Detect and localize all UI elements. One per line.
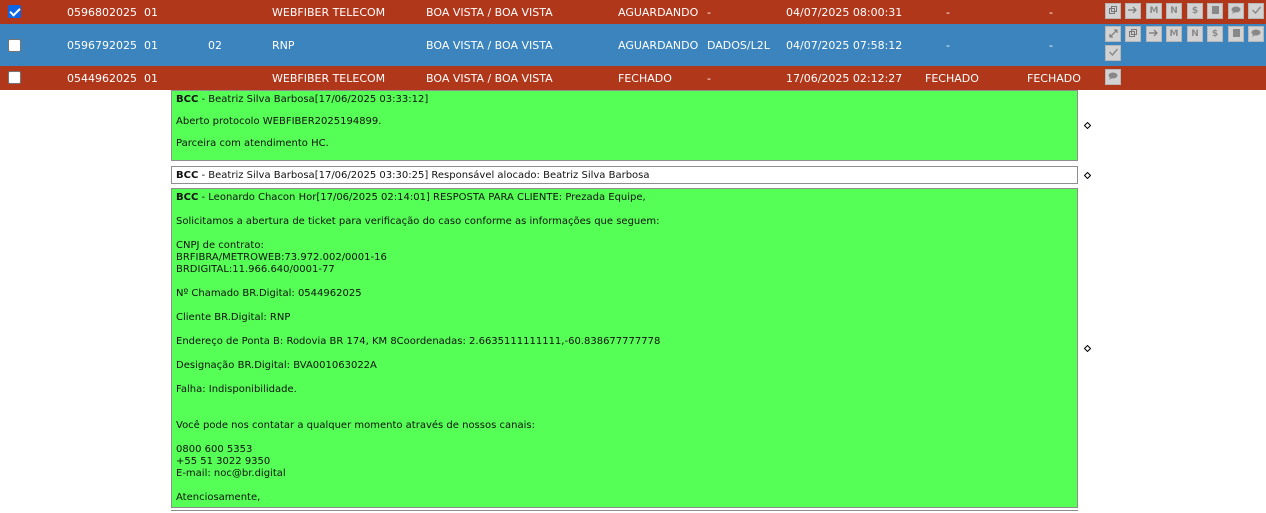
dollar-icon[interactable]: $ bbox=[1187, 3, 1203, 19]
ticket-number[interactable]: 0596802025 bbox=[67, 6, 137, 19]
comment-author-tag: BCC bbox=[176, 170, 199, 181]
ticket-col-a: - bbox=[946, 6, 950, 19]
diamond-icon[interactable] bbox=[1084, 172, 1091, 179]
comment-entry: BCC - Beatriz Silva Barbosa[17/06/2025 0… bbox=[171, 90, 1078, 161]
resize-icon[interactable] bbox=[1105, 26, 1121, 42]
ticket-number[interactable]: 0596792025 bbox=[67, 39, 137, 52]
comment-author-tag: BCC bbox=[176, 192, 199, 203]
comment-line: Solicitamos a abertura de ticket para ve… bbox=[176, 216, 660, 227]
ticket-city: BOA VISTA / BOA VISTA bbox=[426, 6, 553, 19]
ticket-datetime: 17/06/2025 02:12:27 bbox=[786, 72, 903, 85]
comment-line: Designação BR.Digital: BVA001063022A bbox=[176, 360, 377, 371]
ticket-number[interactable]: 0544962025 bbox=[67, 72, 137, 85]
ticket-seq: 01 bbox=[144, 39, 158, 52]
ticket-status: AGUARDANDO bbox=[618, 39, 699, 52]
stop-icon[interactable] bbox=[1228, 26, 1244, 42]
ticket-col-b: - bbox=[1049, 39, 1053, 52]
row-select-checkbox[interactable] bbox=[8, 5, 21, 18]
ticket-col-a: FECHADO bbox=[925, 72, 979, 85]
arrow-right-icon[interactable] bbox=[1125, 3, 1141, 19]
m-button[interactable]: M bbox=[1166, 26, 1182, 42]
comment-meta: - Beatriz Silva Barbosa[17/06/2025 03:33… bbox=[198, 94, 429, 105]
comment-line: +55 51 3022 9350 bbox=[176, 456, 271, 467]
m-button[interactable]: M bbox=[1146, 3, 1162, 19]
arrow-right-icon[interactable] bbox=[1146, 26, 1162, 42]
comment-line: 0800 600 5353 bbox=[176, 444, 253, 455]
ticket-seq: 01 bbox=[144, 72, 158, 85]
comment-line: BRDIGITAL:11.966.640/0001-77 bbox=[176, 264, 335, 275]
comment-icon[interactable] bbox=[1228, 3, 1244, 19]
ticket-service: - bbox=[707, 6, 711, 19]
comment-line: Nº Chamado BR.Digital: 0544962025 bbox=[176, 288, 362, 299]
n-button[interactable]: N bbox=[1187, 26, 1203, 42]
comment-entry: BCC - Leonardo Chacon Hor[17/06/2025 02:… bbox=[171, 188, 1078, 508]
ticket-service: - bbox=[707, 72, 711, 85]
comment-line: Você pode nos contatar a qualquer moment… bbox=[176, 420, 535, 431]
ticket-row-0596802025[interactable]: 0596802025 01 WEBFIBER TELECOM BOA VISTA… bbox=[0, 0, 1266, 24]
ticket-city: BOA VISTA / BOA VISTA bbox=[426, 72, 553, 85]
comment-line: Falha: Indisponibilidade. bbox=[176, 384, 297, 395]
ticket-company: WEBFIBER TELECOM bbox=[272, 6, 386, 19]
comment-line: E-mail: noc@br.digital bbox=[176, 468, 286, 479]
window-icon[interactable] bbox=[1105, 3, 1121, 19]
comment-meta: - Beatriz Silva Barbosa[17/06/2025 03:30… bbox=[198, 170, 650, 181]
ticket-extra: 02 bbox=[208, 39, 222, 52]
ticket-company: WEBFIBER TELECOM bbox=[272, 72, 386, 85]
comment-icon[interactable] bbox=[1248, 26, 1264, 42]
ticket-col-b: - bbox=[1049, 6, 1053, 19]
n-button[interactable]: N bbox=[1166, 3, 1182, 19]
ticket-company: RNP bbox=[272, 39, 295, 52]
ticket-status: AGUARDANDO bbox=[618, 6, 699, 19]
ticket-status: FECHADO bbox=[618, 72, 672, 85]
stop-icon[interactable] bbox=[1207, 3, 1223, 19]
ticket-seq: 01 bbox=[144, 6, 158, 19]
diamond-icon[interactable] bbox=[1084, 345, 1091, 352]
ticket-col-b: FECHADO bbox=[1027, 72, 1081, 85]
comment-line: Endereço de Ponta B: Rodovia BR 174, KM … bbox=[176, 336, 661, 347]
comment-header: BCC - Beatriz Silva Barbosa[17/06/2025 0… bbox=[176, 170, 650, 182]
comment-line: Cliente BR.Digital: RNP bbox=[176, 312, 291, 323]
comment-header: BCC - Leonardo Chacon Hor[17/06/2025 02:… bbox=[176, 192, 646, 204]
row-select-checkbox[interactable] bbox=[8, 71, 21, 84]
ticket-service: DADOS/L2L bbox=[707, 39, 770, 52]
ticket-datetime: 04/07/2025 07:58:12 bbox=[786, 39, 903, 52]
comment-author-tag: BCC bbox=[176, 94, 199, 105]
window-icon[interactable] bbox=[1125, 26, 1141, 42]
ticket-city: BOA VISTA / BOA VISTA bbox=[426, 39, 553, 52]
comment-line: Aberto protocolo WEBFIBER2025194899. bbox=[176, 116, 382, 127]
comment-icon[interactable] bbox=[1105, 69, 1121, 85]
comment-meta: - Leonardo Chacon Hor[17/06/2025 02:14:0… bbox=[198, 192, 646, 203]
comment-line: BRFIBRA/METROWEB:73.972.002/0001-16 bbox=[176, 252, 387, 263]
comment-line: CNPJ de contrato: bbox=[176, 240, 264, 251]
comment-line: Parceira com atendimento HC. bbox=[176, 138, 329, 149]
comment-line: Atenciosamente, bbox=[176, 492, 261, 503]
ticket-datetime: 04/07/2025 08:00:31 bbox=[786, 6, 903, 19]
ticket-row-0596792025[interactable]: 0596792025 01 02 RNP BOA VISTA / BOA VIS… bbox=[0, 24, 1266, 66]
comment-header: BCC - Beatriz Silva Barbosa[17/06/2025 0… bbox=[176, 94, 428, 106]
ticket-row-0544962025[interactable]: 0544962025 01 WEBFIBER TELECOM BOA VISTA… bbox=[0, 66, 1266, 90]
dollar-icon[interactable]: $ bbox=[1207, 26, 1223, 42]
check-icon[interactable] bbox=[1105, 45, 1121, 61]
ticket-col-a: - bbox=[946, 39, 950, 52]
diamond-icon[interactable] bbox=[1084, 122, 1091, 129]
row-select-checkbox[interactable] bbox=[8, 39, 21, 52]
check-icon[interactable] bbox=[1248, 3, 1264, 19]
comment-entry: BCC - Beatriz Silva Barbosa[17/06/2025 0… bbox=[171, 166, 1078, 184]
